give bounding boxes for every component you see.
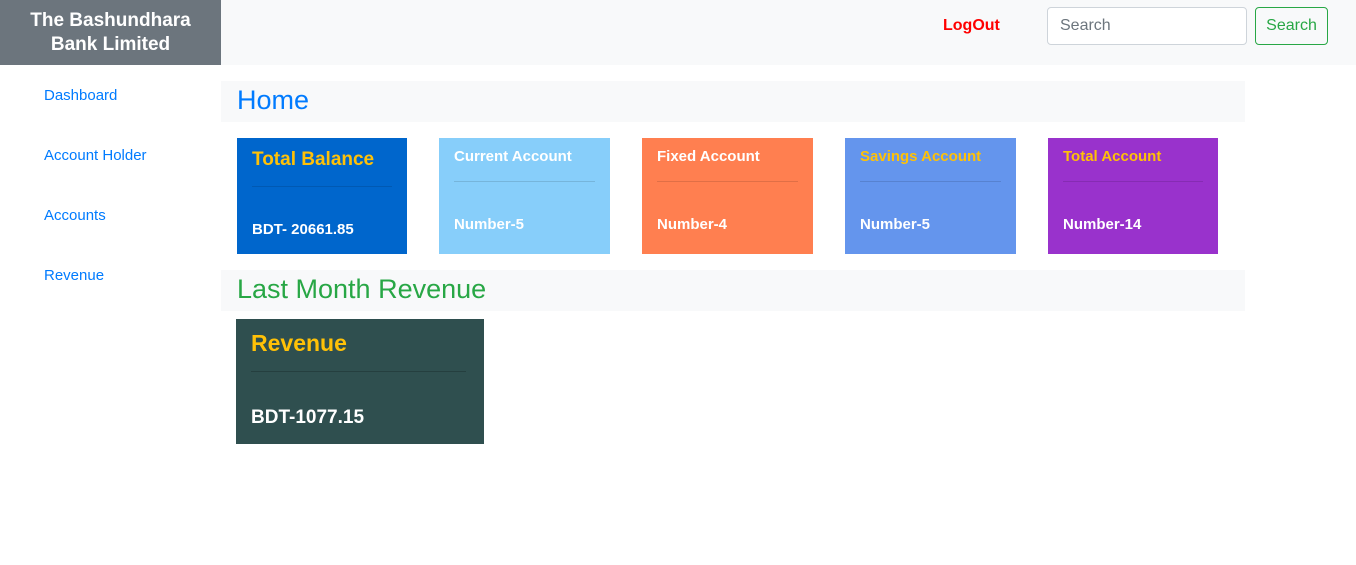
card-title: Total Account (1063, 148, 1162, 165)
card-value: BDT-1077.15 (251, 407, 365, 428)
home-header: Home (221, 81, 1245, 122)
search-input[interactable] (1047, 7, 1247, 45)
card-current-account: Current Account Number-5 (439, 138, 610, 254)
top-navbar: The Bashundhara Bank Limited LogOut Sear… (0, 0, 1356, 65)
sidebar-item-revenue[interactable]: Revenue (44, 267, 104, 284)
card-title: Revenue (251, 330, 347, 356)
card-divider (251, 371, 466, 372)
card-title: Savings Account (860, 148, 982, 165)
card-savings-account: Savings Account Number-5 (845, 138, 1016, 254)
brand-line-1: The Bashundhara (30, 10, 191, 31)
card-fixed-account: Fixed Account Number-4 (642, 138, 813, 254)
card-value: Number-4 (657, 216, 728, 233)
brand-logo[interactable]: The Bashundhara Bank Limited (0, 0, 221, 65)
search-button[interactable]: Search (1255, 7, 1328, 45)
card-revenue: Revenue BDT-1077.15 (236, 319, 484, 444)
sidebar-item-accounts[interactable]: Accounts (44, 207, 106, 224)
page-title: Home (237, 85, 310, 115)
card-value: Number-5 (454, 216, 525, 233)
brand-line-2: Bank Limited (50, 34, 171, 55)
card-title: Fixed Account (657, 148, 760, 165)
sidebar-item-account-holder[interactable]: Account Holder (44, 147, 147, 164)
logout-link[interactable]: LogOut (943, 17, 1000, 35)
card-divider (657, 181, 798, 182)
card-title: Current Account (454, 148, 572, 165)
card-divider (1063, 181, 1203, 182)
sidebar-item-dashboard[interactable]: Dashboard (44, 87, 117, 104)
card-divider (860, 181, 1001, 182)
card-total-balance: Total Balance BDT- 20661.85 (237, 138, 407, 254)
card-value: Number-14 (1063, 216, 1142, 233)
card-value: BDT- 20661.85 (252, 221, 354, 238)
section-title: Last Month Revenue (237, 274, 487, 304)
card-divider (252, 186, 392, 187)
card-divider (454, 181, 595, 182)
card-total-account: Total Account Number-14 (1048, 138, 1218, 254)
card-value: Number-5 (860, 216, 931, 233)
card-title: Total Balance (252, 149, 375, 170)
revenue-header: Last Month Revenue (221, 270, 1245, 311)
